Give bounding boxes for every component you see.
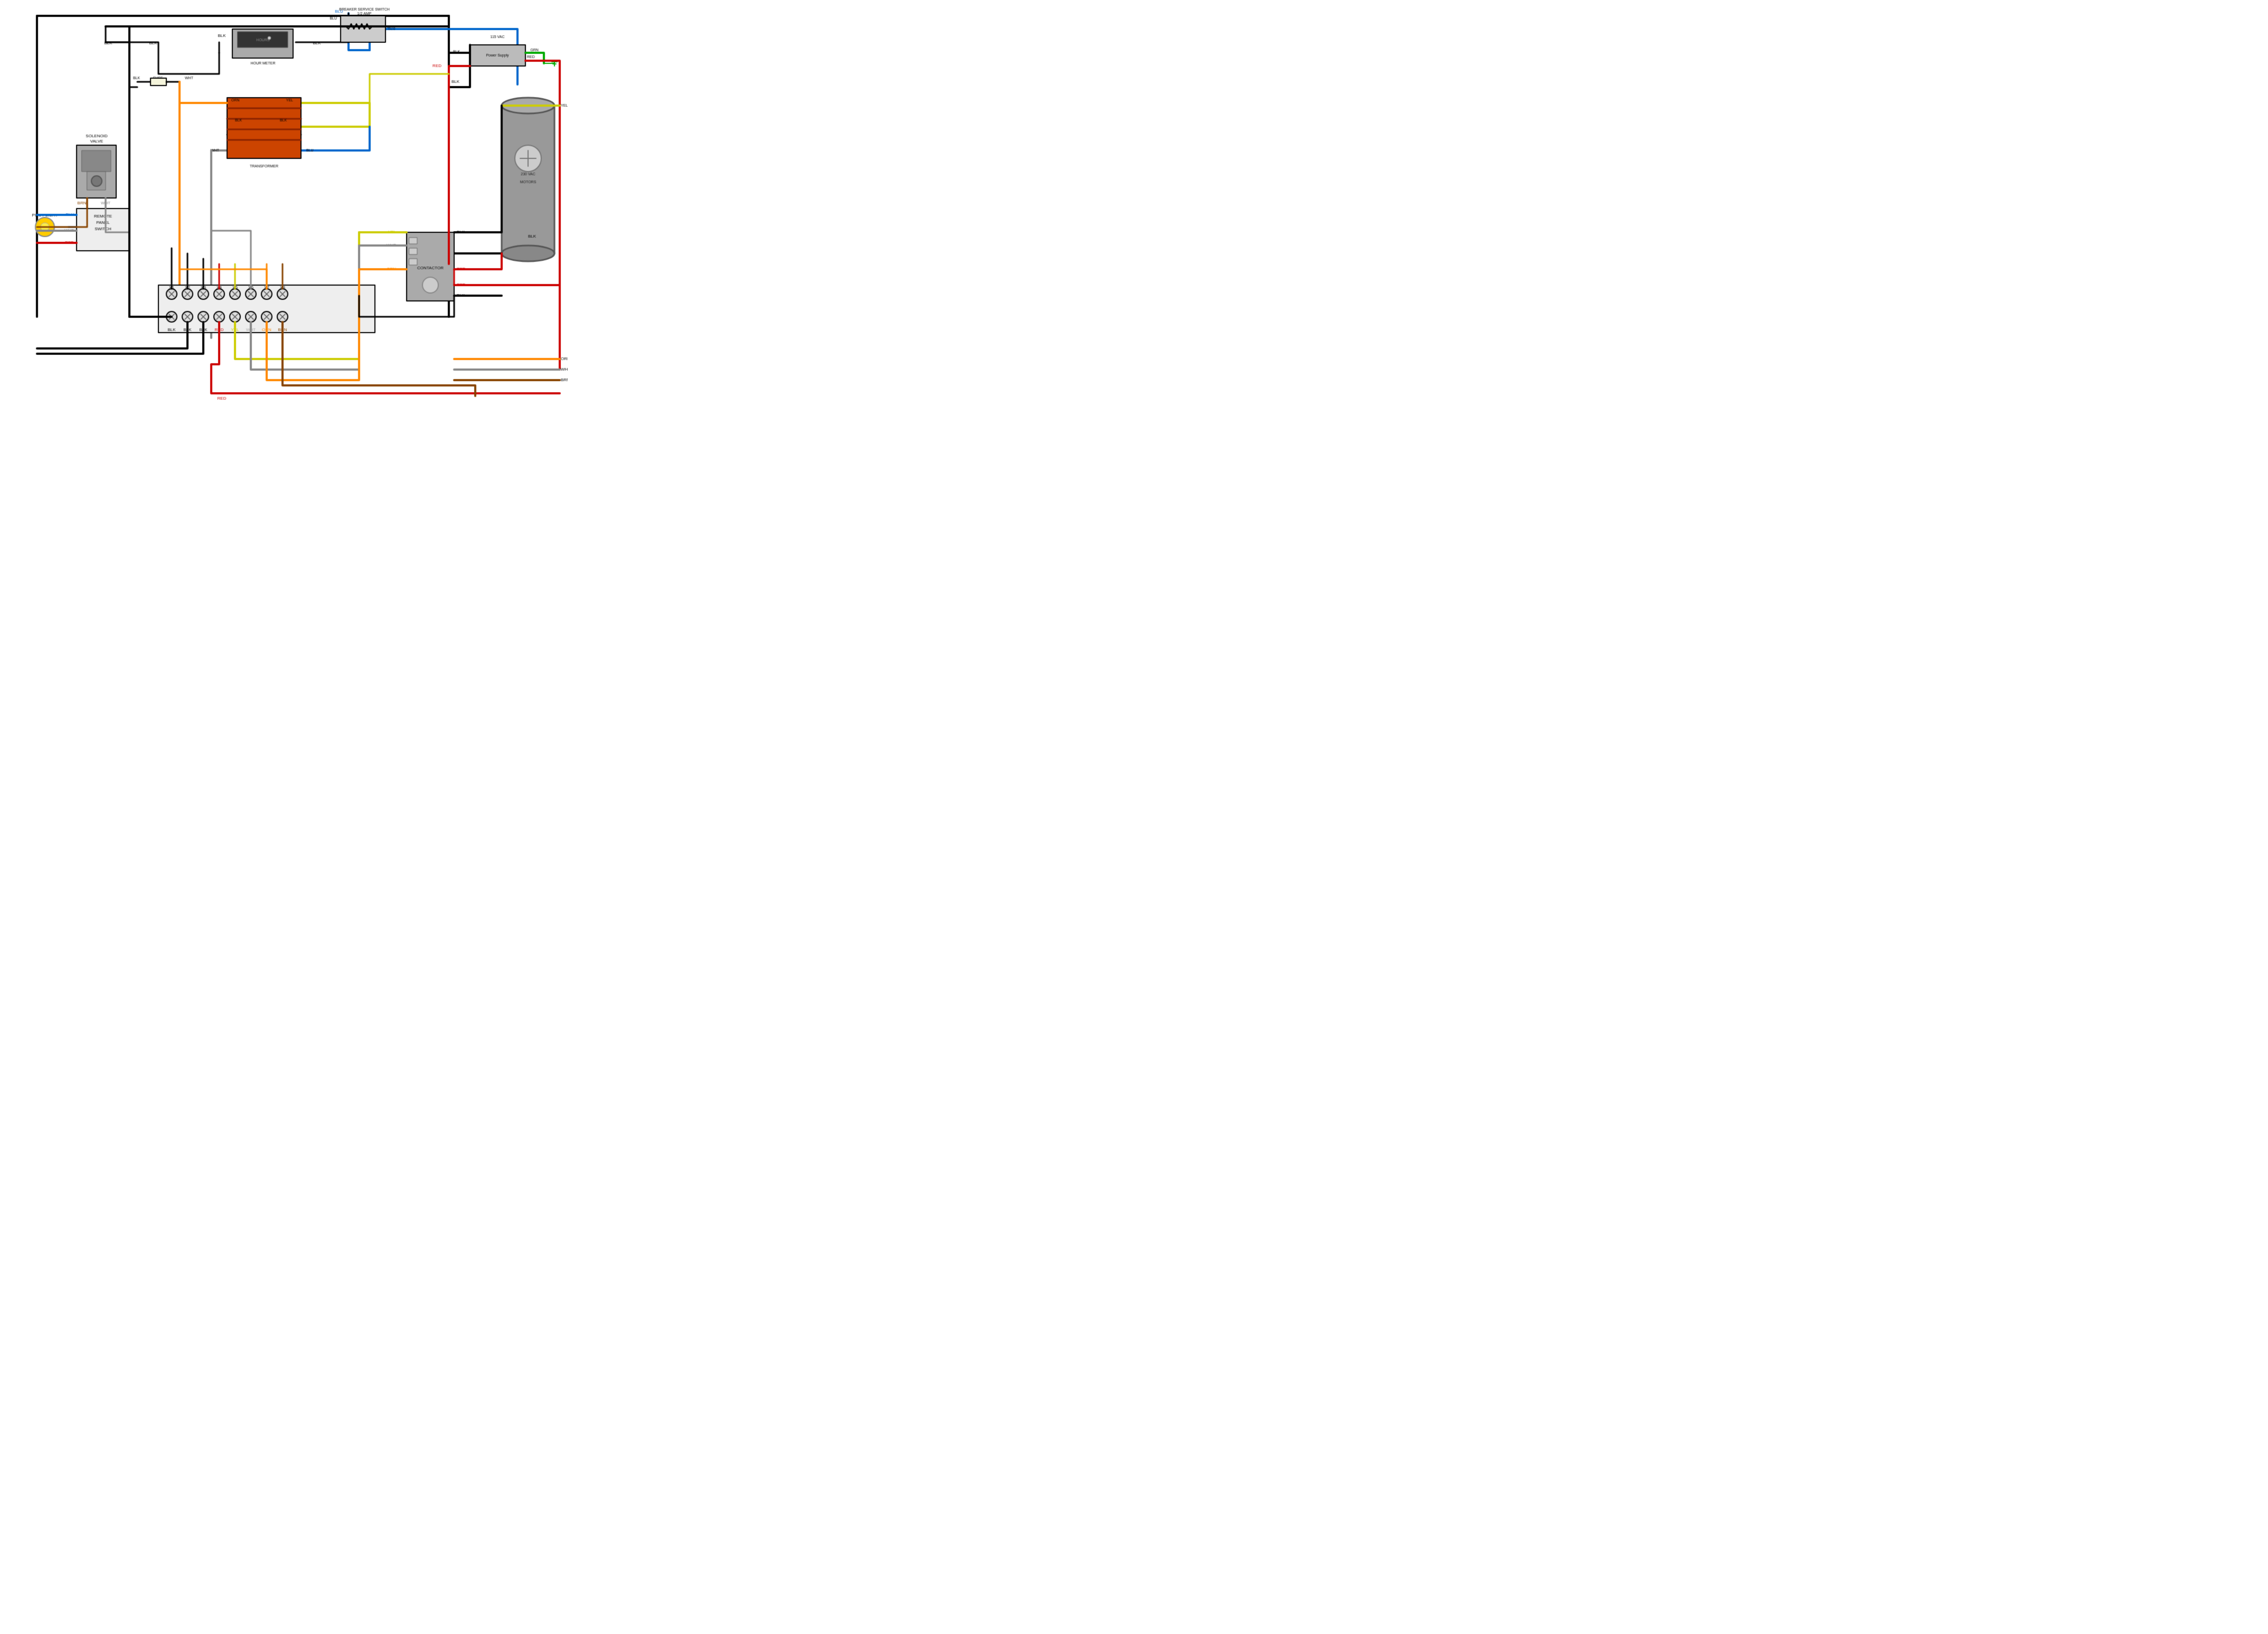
wiring-diagram [0,0,568,409]
